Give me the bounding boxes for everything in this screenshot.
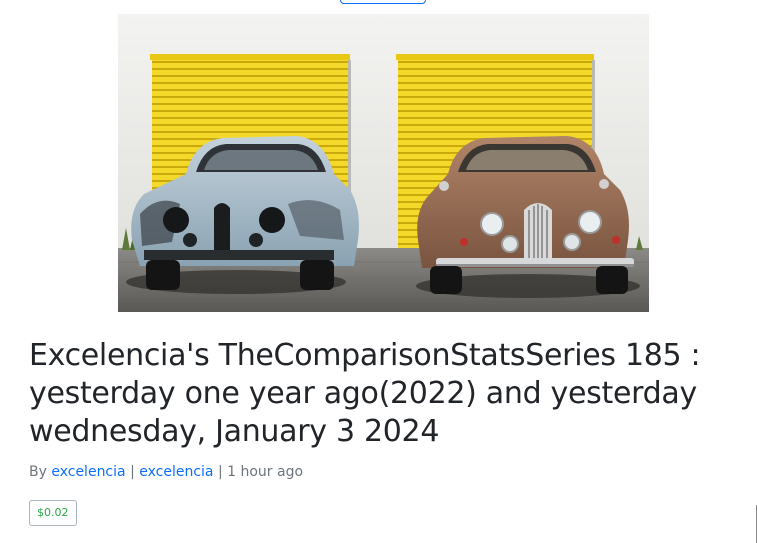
byline-separator: |	[130, 464, 135, 480]
payout-badge[interactable]: $0.02	[29, 500, 77, 526]
byline-separator: |	[217, 464, 223, 480]
post-hero-image[interactable]	[118, 14, 649, 312]
community-link[interactable]: excelencia	[139, 464, 213, 480]
top-nav-button[interactable]	[340, 0, 426, 4]
post-timestamp: 1 hour ago	[227, 464, 304, 480]
vintage-cars-photo	[118, 14, 649, 312]
byline-prefix: By	[29, 464, 47, 480]
post-title[interactable]: Excelencia's TheComparisonStatsSeries 18…	[29, 337, 729, 451]
author-link[interactable]: excelencia	[51, 464, 125, 480]
post-byline: By excelencia | excelencia | 1 hour ago	[29, 462, 303, 482]
